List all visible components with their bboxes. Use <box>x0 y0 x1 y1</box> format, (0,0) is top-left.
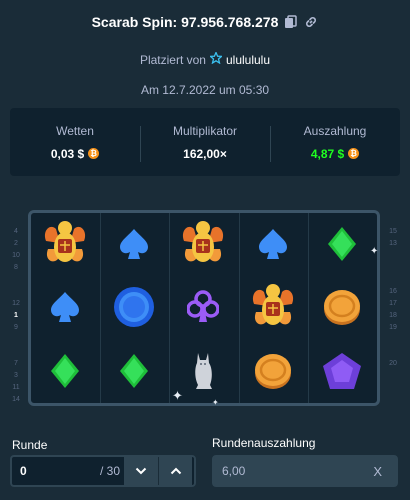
payline-number: 3 <box>14 372 18 379</box>
scarab-icon <box>31 213 99 275</box>
stat-bet: Wetten 0,03 $ <box>10 124 140 161</box>
payline-number: 9 <box>14 324 18 331</box>
reel-divider <box>307 213 309 403</box>
stat-multiplier: Multiplikator 162,00× <box>140 123 270 162</box>
bet-value-row: 0,03 $ <box>10 147 140 161</box>
round-payout-label: Rundenauszahlung <box>212 436 316 450</box>
payline-number: 12 <box>12 300 20 307</box>
close-icon: X <box>373 463 382 479</box>
username-link[interactable]: ululululu <box>226 53 270 67</box>
page-title: Scarab Spin: 97.956.768.278 <box>91 14 279 30</box>
payout-label: Auszahlung <box>303 123 367 138</box>
slot-reels <box>28 210 380 406</box>
round-payout-field: 6,00 X <box>212 455 398 487</box>
reel-column <box>239 213 307 403</box>
round-input[interactable]: 0 / 30 <box>12 464 124 478</box>
payline-number <box>385 250 401 262</box>
round-up-button[interactable] <box>158 457 192 485</box>
payline-number <box>8 286 24 298</box>
header: Scarab Spin: 97.956.768.278 Platziert vo… <box>0 10 410 97</box>
reel-column <box>31 213 99 403</box>
spade-blue-icon <box>239 213 307 275</box>
payline-number: 19 <box>389 324 397 331</box>
copy-icon[interactable] <box>284 15 298 29</box>
coin-gold-icon <box>239 340 307 402</box>
payline-number: 7 <box>14 360 18 367</box>
bet-stats-panel: Wetten 0,03 $ Multiplikator 162,00× Ausz… <box>10 108 400 176</box>
round-payout-value: 6,00 <box>222 464 246 478</box>
bitcoin-icon <box>348 148 360 159</box>
sparkle-icon: ✦ <box>370 246 379 257</box>
title-row: Scarab Spin: 97.956.768.278 <box>0 10 410 34</box>
coin-gold-icon <box>308 276 376 338</box>
payline-number <box>385 394 401 406</box>
payline-number: 1 <box>14 312 18 319</box>
payline-number <box>385 274 401 286</box>
payline-number: 2 <box>14 240 18 247</box>
payline-number <box>385 334 401 346</box>
spade-blue-icon <box>100 213 168 275</box>
scarab-icon <box>169 213 237 275</box>
round-down-button[interactable] <box>124 457 158 485</box>
bet-value: 0,03 $ <box>50 146 85 161</box>
diamond-green-icon <box>100 340 168 402</box>
round-selector: 0 / 30 <box>10 455 196 487</box>
round-total: / 30 <box>99 464 120 478</box>
multiplier-label: Multiplikator <box>172 123 238 138</box>
placed-by: Platziert von ululululu <box>0 50 410 67</box>
payline-number: 14 <box>12 396 20 403</box>
payline-number: 13 <box>389 240 397 247</box>
diamond-green-icon <box>308 213 376 275</box>
scarab-icon <box>239 276 307 338</box>
payline-number <box>385 382 401 394</box>
sparkle-icon: ✦ <box>172 388 183 403</box>
club-purple-icon <box>169 276 237 338</box>
payline-number: 11 <box>12 384 20 391</box>
payline-number: 16 <box>389 288 397 295</box>
chevron-up-icon <box>170 467 181 475</box>
payline-number: 10 <box>12 252 20 259</box>
payline-numbers-left: 4 2 10 8 12 1 9 7 3 11 14 <box>8 226 24 406</box>
stat-payout: Auszahlung 4,87 $ <box>270 123 400 162</box>
chevron-down-icon <box>135 467 147 475</box>
round-value: 0 <box>20 464 27 478</box>
link-icon[interactable] <box>304 15 318 29</box>
reel-divider <box>169 213 171 403</box>
sparkle-icon: ✦ <box>212 398 219 407</box>
round-label: Runde <box>12 438 48 452</box>
spade-blue-icon <box>31 276 99 338</box>
payline-number <box>385 346 401 358</box>
payline-number: 17 <box>389 300 397 307</box>
payline-number <box>8 346 24 358</box>
bitcoin-icon <box>88 148 100 159</box>
pentagon-gem-purple-icon <box>308 340 376 402</box>
payline-number <box>385 370 401 382</box>
coin-blue-icon <box>100 276 168 338</box>
payline-number: 15 <box>389 228 397 235</box>
diamond-green-icon <box>31 340 99 402</box>
bet-label: Wetten <box>56 123 94 138</box>
reel-divider <box>238 213 240 403</box>
payout-value: 4,87 $ <box>310 146 345 161</box>
payline-number: 18 <box>389 312 397 319</box>
reel-column <box>308 213 376 403</box>
payline-number: 8 <box>14 264 18 271</box>
payline-number <box>385 262 401 274</box>
reel-divider <box>100 213 102 403</box>
payline-number: 20 <box>389 360 397 367</box>
placed-by-label: Platziert von <box>139 52 206 67</box>
payline-number <box>8 274 24 286</box>
star-badge-icon <box>208 50 224 67</box>
payline-number: 4 <box>14 228 18 235</box>
payout-value-row: 4,87 $ <box>270 147 400 161</box>
bet-date: Am 12.7.2022 um 05:30 <box>140 83 270 97</box>
payline-numbers-right: 15 13 16 17 18 19 20 <box>385 226 401 406</box>
payline-number <box>8 334 24 346</box>
multiplier-value: 162,00× <box>183 146 227 161</box>
reel-column <box>169 213 237 403</box>
reel-column <box>100 213 168 403</box>
